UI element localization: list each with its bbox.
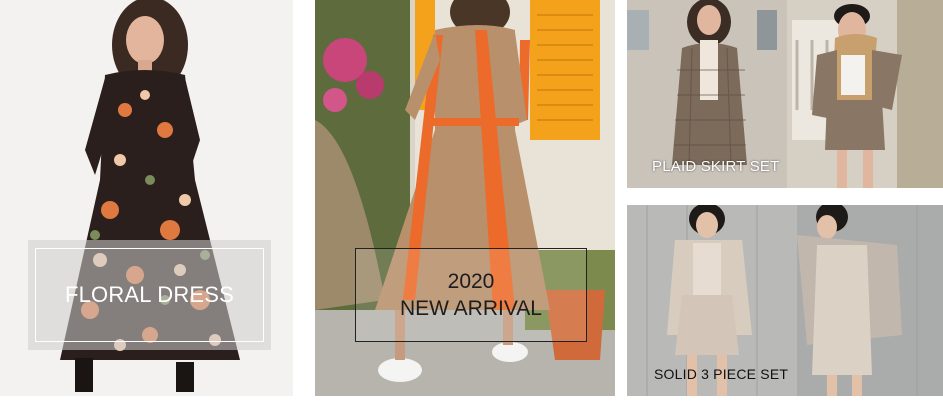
plaid-skirt-set-label: PLAID SKIRT SET bbox=[652, 158, 780, 175]
new-arrival-banner[interactable]: 2020 NEW ARRIVAL bbox=[315, 0, 615, 396]
floral-dress-banner[interactable]: FLORAL DRESS bbox=[0, 0, 293, 396]
plaid-skirt-set-banner[interactable]: PLAID SKIRT SET bbox=[627, 0, 943, 188]
new-arrival-title: NEW ARRIVAL bbox=[400, 297, 542, 320]
new-arrival-label-box: 2020 NEW ARRIVAL bbox=[355, 248, 587, 342]
solid-3-piece-set-banner[interactable]: SOLID 3 PIECE SET bbox=[627, 205, 943, 396]
floral-dress-label: FLORAL DRESS bbox=[64, 282, 235, 307]
solid-3-piece-set-label: SOLID 3 PIECE SET bbox=[654, 366, 789, 382]
new-arrival-year: 2020 bbox=[447, 270, 495, 293]
floral-dress-label-box: FLORAL DRESS bbox=[28, 240, 271, 350]
